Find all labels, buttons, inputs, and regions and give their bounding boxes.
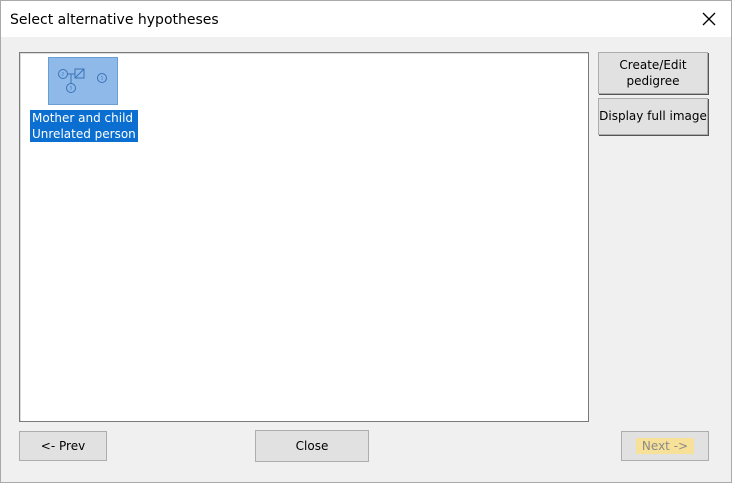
next-button[interactable]: Next -> (621, 431, 709, 461)
create-edit-label-line2: pedigree (626, 74, 680, 88)
create-edit-pedigree-button[interactable]: Create/Edit pedigree (598, 52, 708, 94)
svg-text:2: 2 (62, 72, 65, 77)
item-label-line1: Mother and child (32, 111, 134, 125)
next-button-label: Next -> (635, 438, 695, 454)
create-edit-label-line1: Create/Edit (619, 58, 687, 72)
close-button[interactable]: Close (255, 430, 369, 462)
item-label-line2: Unrelated person (32, 127, 136, 141)
close-icon[interactable] (697, 7, 721, 31)
title-bar: Select alternative hypotheses (1, 1, 731, 37)
item-caption: Mother and child Unrelated person (30, 110, 138, 142)
svg-text:3: 3 (70, 86, 73, 91)
hypotheses-listbox[interactable]: 2 3 1 Mother and child Unrelated person (19, 52, 589, 422)
display-full-image-button[interactable]: Display full image (598, 98, 708, 135)
svg-text:1: 1 (101, 76, 104, 81)
pedigree-thumbnail-icon[interactable]: 2 3 1 (48, 57, 118, 105)
prev-button[interactable]: <- Prev (19, 431, 107, 461)
dialog-window: Select alternative hypotheses 2 3 1 Moth… (0, 0, 732, 483)
dialog-title: Select alternative hypotheses (10, 12, 219, 28)
